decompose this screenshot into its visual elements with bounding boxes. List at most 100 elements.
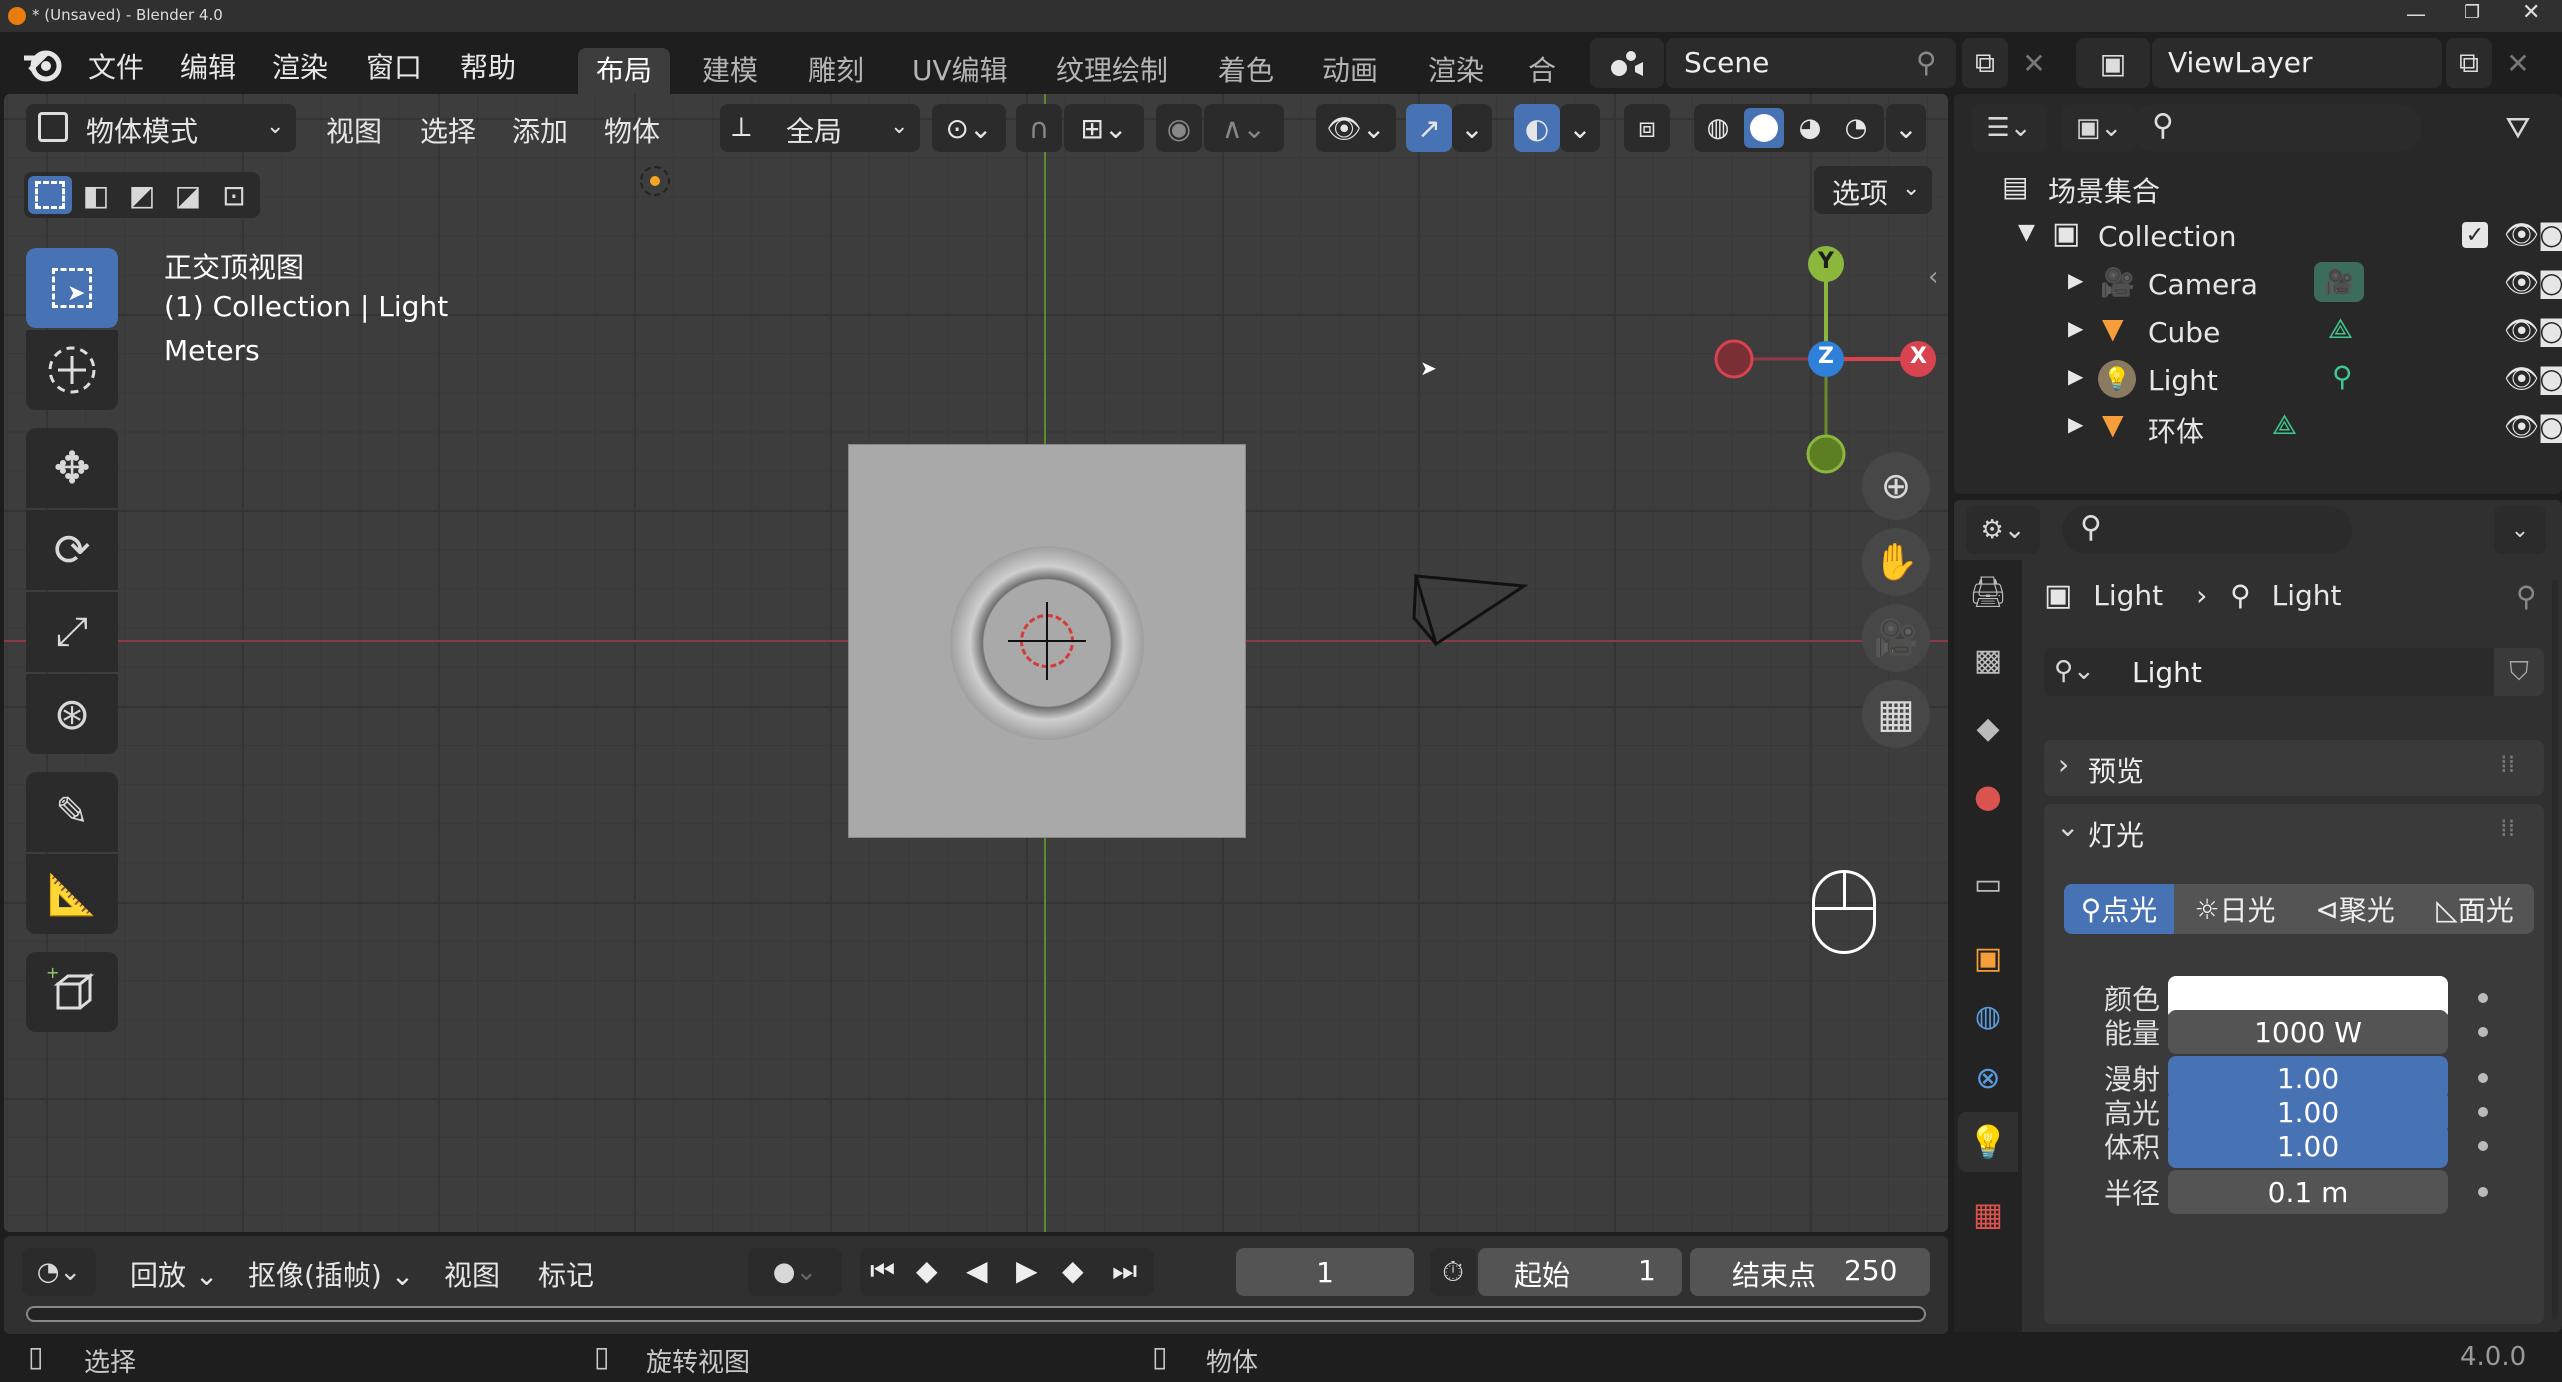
tool-tab-icon[interactable]: 🖨 [1964,568,2012,616]
output-tab-icon[interactable]: ◆ [1964,704,2012,752]
timeline-marker-menu[interactable]: 标记 [538,1254,594,1294]
keying-menu[interactable]: 抠像(插帧) ⌄ [248,1254,414,1294]
orthographic-grid-icon[interactable]: ▦ [1862,680,1930,748]
snap-target-dropdown[interactable]: ⊞⌄ [1064,104,1144,152]
mode-selector[interactable]: 物体模式 ⌄ [26,104,296,152]
scene-name-field[interactable]: Scene ⚲ [1666,38,1956,88]
jump-start-icon[interactable]: ⏮ [870,1254,895,1288]
move-tool[interactable]: ✥ [26,428,118,508]
render-camera-icon[interactable]: ◙ [2538,266,2562,299]
eye-icon[interactable]: 👁 [2504,314,2540,347]
menu-window[interactable]: 窗口 [366,46,422,86]
play-icon[interactable]: ▶ [1016,1254,1038,1287]
viewlayer-name-field[interactable]: ViewLayer [2152,38,2442,88]
keyframe-dot-icon[interactable] [2478,993,2488,1003]
transform-orientation-dropdown[interactable]: ⟂ 全局 ⌄ [720,104,920,152]
options-dropdown[interactable]: 选项 ⌄ [1814,166,1932,214]
outliner-item-cube[interactable]: ▶ ▼ Cube ⟁ 👁 ◙ [1954,308,2562,356]
tab-texture-paint[interactable]: 纹理绘制 [1038,48,1186,94]
new-viewlayer-button[interactable]: ⧉ [2446,38,2492,88]
pivot-point-dropdown[interactable]: ⊙⌄ [932,104,1006,152]
tab-shading[interactable]: 着色 [1200,48,1292,94]
maximize-button[interactable]: ❐ [2464,2,2480,23]
menu-view[interactable]: 视图 [326,110,382,158]
render-camera-icon[interactable]: ◙ [2538,218,2562,251]
viewlayer-selector-button[interactable]: ▣ [2076,38,2150,88]
light-type-spot[interactable]: ⊲ 聚光 [2296,884,2414,934]
select-extend-icon[interactable]: ◧ [74,176,118,214]
scene-selector-button[interactable] [1590,38,1664,88]
object-tab-icon[interactable]: ▣ [1964,934,2012,982]
play-reverse-icon[interactable]: ◀ [966,1254,988,1287]
keyframe-dot-icon[interactable] [2478,1141,2488,1151]
expand-arrow-icon[interactable]: ▶ [2068,364,2083,388]
wireframe-shading-icon[interactable]: ◍ [1698,108,1738,148]
tab-sculpting[interactable]: 雕刻 [790,48,882,94]
sidebar-toggle-icon[interactable]: ‹ [1928,262,1938,292]
tab-compositing[interactable]: 合成 [1514,48,1576,94]
snap-toggle[interactable]: ∩ [1016,104,1062,152]
zoom-icon[interactable]: ⊕ [1862,452,1930,520]
current-frame-field[interactable]: 1 [1236,1248,1414,1296]
rendered-shading-icon[interactable]: ◔ [1836,108,1876,148]
render-camera-icon[interactable]: ◙ [2538,410,2562,443]
minimize-button[interactable]: — [2406,2,2426,26]
properties-options-dropdown[interactable]: ⌄ [2494,506,2546,554]
overlays-dropdown[interactable]: ⌄ [1560,104,1600,152]
jump-end-icon[interactable]: ⏭ [1112,1254,1137,1288]
measure-tool[interactable]: 📐 [26,854,118,934]
fake-user-shield-icon[interactable]: ⛉ [2494,648,2544,696]
expand-arrow-icon[interactable]: ▶ [2068,316,2083,340]
gizmo-dropdown[interactable]: ⌄ [1452,104,1492,152]
radius-field[interactable]: 0.1 m [2168,1170,2448,1214]
keyframe-dot-icon[interactable] [2478,1073,2488,1083]
outliner-item-camera[interactable]: ▶ 🎥 Camera 🎥 👁 ◙ [1954,260,2562,308]
keyframe-dot-icon[interactable] [2478,1187,2488,1197]
collection-row[interactable]: ▼ ▣ Collection ✓ 👁 ◙ [1954,212,2562,260]
menu-select[interactable]: 选择 [420,110,476,158]
expand-arrow-icon[interactable]: ▼ [2018,220,2035,245]
3d-viewport[interactable]: 物体模式 ⌄ 视图 选择 添加 物体 ⟂ 全局 ⌄ ⊙⌄ ∩ ⊞⌄ ◉ ∧⌄ 👁… [4,94,1948,1232]
start-frame-field[interactable]: 起始 1 [1478,1248,1682,1296]
timeline-scrollbar[interactable] [26,1306,1926,1322]
tab-layout[interactable]: 布局 [578,48,671,94]
prev-keyframe-icon[interactable]: ◆ [916,1254,938,1287]
render-camera-icon[interactable]: ◙ [2538,362,2562,395]
filter-icon[interactable]: ⛛ [2494,106,2542,150]
editor-type-dropdown[interactable]: ☰⌄ [1972,104,2046,152]
timeline-editor-type-dropdown[interactable]: ◔⌄ [22,1248,96,1296]
keyframe-dot-icon[interactable] [2478,1027,2488,1037]
menu-file[interactable]: 文件 [88,46,144,86]
menu-help[interactable]: 帮助 [460,46,516,86]
scene-collection-row[interactable]: ▤ 场景集合 [1954,164,2562,212]
xray-toggle[interactable]: ⧈ [1624,104,1670,152]
material-shading-icon[interactable]: ◕ [1790,108,1830,148]
light-type-sun[interactable]: ☼ 日光 [2176,884,2294,934]
light-type-point[interactable]: ⚲ 点光 [2064,884,2174,934]
gizmo-toggle[interactable]: ↗ [1406,104,1452,152]
outliner-item-torus[interactable]: ▶ ▼ 环体 ⟁ 👁 ◙ [1954,404,2562,452]
tab-rendering[interactable]: 渲染 [1410,48,1502,94]
end-frame-field[interactable]: 结束点 250 [1690,1248,1930,1296]
world-tab-icon[interactable]: ● [1964,772,2012,820]
select-subtract-icon[interactable]: ◩ [120,176,164,214]
properties-search-input[interactable]: ⚲ [2062,506,2352,554]
properties-scrollbar[interactable] [2552,580,2558,1320]
pan-hand-icon[interactable]: ✋ [1862,528,1930,596]
light-datablock-selector[interactable]: ⚲⌄ Light ⛉ [2044,648,2544,696]
rotate-tool[interactable]: ⟳ [26,510,118,590]
camera-object[interactable] [1410,562,1530,652]
power-field[interactable]: 1000 W [2168,1010,2448,1054]
overlays-toggle[interactable]: ◐ [1514,104,1560,152]
display-mode-dropdown[interactable]: ▣⌄ [2062,104,2136,152]
pin-icon[interactable]: ⚲ [2516,580,2537,613]
keyframe-dot-icon[interactable] [2478,1107,2488,1117]
render-tab-icon[interactable]: ▩ [1964,636,2012,684]
scale-tool[interactable]: ⤢ [26,592,118,672]
outliner-item-light[interactable]: ▶ 💡 Light ⚲ 👁 ◙ [1954,356,2562,404]
tab-animation[interactable]: 动画 [1304,48,1396,94]
eye-icon[interactable]: 👁 [2504,410,2540,443]
menu-render[interactable]: 渲染 [272,46,328,86]
select-invert-icon[interactable]: ◪ [166,176,210,214]
blender-menu-icon[interactable] [22,44,66,84]
